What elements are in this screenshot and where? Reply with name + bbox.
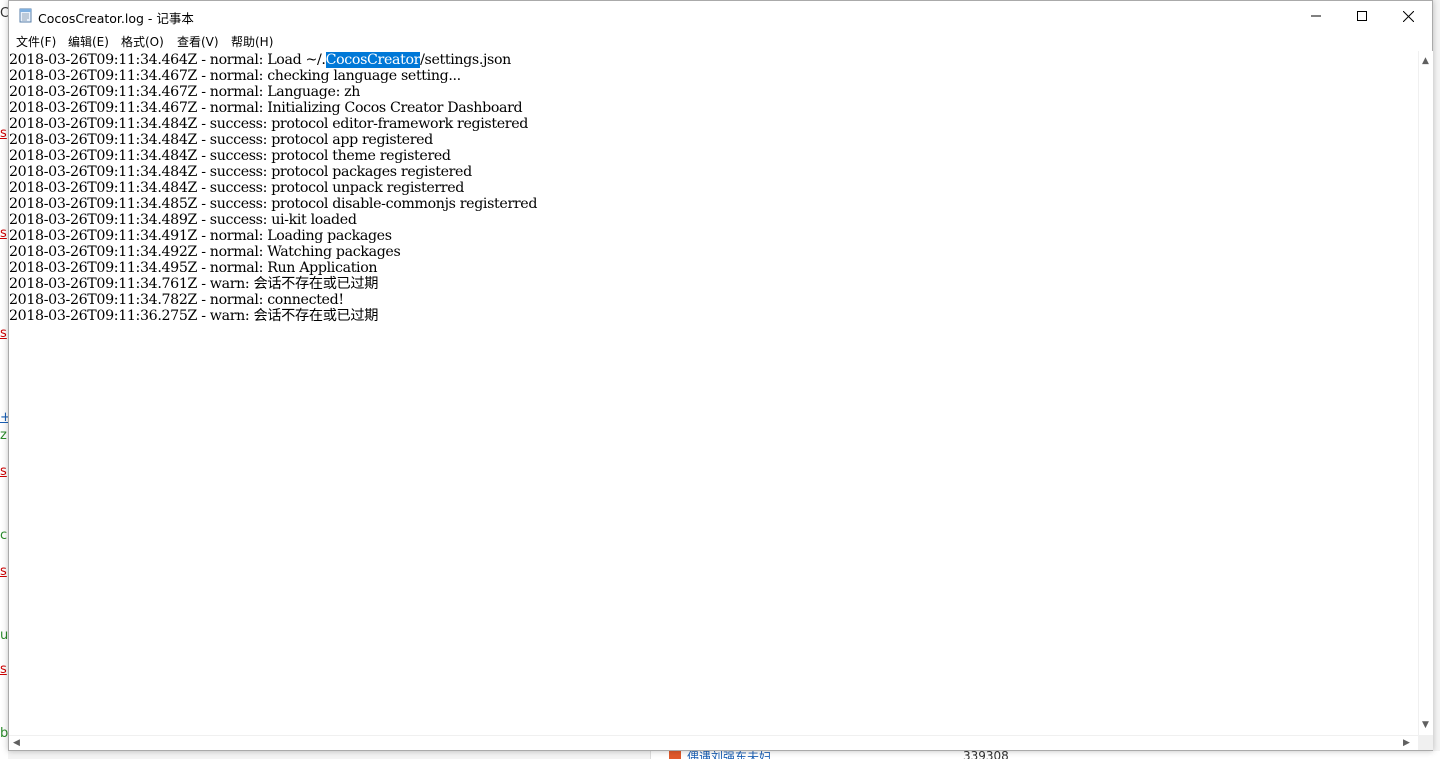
horizontal-scrollbar[interactable]: ◀ ▶ (9, 735, 1418, 750)
vertical-scrollbar[interactable]: ▲ ▼ (1418, 51, 1433, 735)
background-fragment: c (0, 528, 8, 543)
log-line: 2018-03-26T09:11:34.782Z - normal: conne… (9, 292, 344, 308)
background-fragment: u (0, 628, 8, 643)
maximize-button[interactable] (1339, 1, 1385, 31)
log-line: 2018-03-26T09:11:34.467Z - normal: check… (9, 68, 461, 84)
log-line: 2018-03-26T09:11:34.484Z - success: prot… (9, 116, 528, 132)
background-left-edge: C s s s + z s c s u s b (0, 0, 8, 759)
log-line-suffix: /settings.json (420, 52, 511, 68)
log-line: 2018-03-26T09:11:34.484Z - success: prot… (9, 132, 433, 148)
title-bar[interactable]: CocosCreator.log - 记事本 (9, 1, 1432, 32)
log-line: 2018-03-26T09:11:36.275Z - warn: 会话不存在或已… (9, 308, 379, 324)
minimize-button[interactable] (1293, 1, 1339, 31)
close-button[interactable] (1385, 1, 1431, 31)
menu-bar: 文件(F) 编辑(E) 格式(O) 查看(V) 帮助(H) (9, 32, 1432, 51)
menu-view[interactable]: 查看(V) (177, 33, 219, 50)
maximize-icon (1357, 11, 1367, 21)
background-fragment[interactable]: s (0, 326, 7, 341)
background-bottom-list: 偶遇刘强东夫妇 339308 (650, 751, 1440, 759)
log-line: 2018-03-26T09:11:34.467Z - normal: Initi… (9, 100, 523, 116)
scroll-up-icon[interactable]: ▲ (1422, 57, 1429, 66)
background-count: 339308 (963, 751, 1009, 759)
log-line: 2018-03-26T09:11:34.484Z - success: prot… (9, 164, 472, 180)
scrollbar-corner (1418, 735, 1433, 750)
log-line: 2018-03-26T09:11:34.761Z - warn: 会话不存在或已… (9, 276, 379, 292)
log-line-prefix: 2018-03-26T09:11:34.464Z - normal: Load … (9, 52, 326, 68)
log-line: 2018-03-26T09:11:34.489Z - success: ui-k… (9, 212, 357, 228)
log-line: 2018-03-26T09:11:34.491Z - normal: Loadi… (9, 228, 392, 244)
close-icon (1402, 10, 1414, 22)
scroll-down-icon[interactable]: ▼ (1422, 721, 1429, 730)
log-line: 2018-03-26T09:11:34.464Z - normal: Load … (9, 52, 511, 68)
log-line: 2018-03-26T09:11:34.492Z - normal: Watch… (9, 244, 401, 260)
menu-help[interactable]: 帮助(H) (231, 33, 273, 50)
notepad-window: CocosCreator.log - 记事本 文件(F) 编辑(E) 格式(O)… (8, 0, 1433, 751)
background-fragment[interactable]: s (0, 126, 7, 141)
background-fragment[interactable]: s (0, 464, 7, 479)
background-fragment: b (0, 726, 8, 741)
log-line: 2018-03-26T09:11:34.484Z - success: prot… (9, 148, 451, 164)
text-editor-area[interactable]: 2018-03-26T09:11:34.464Z - normal: Load … (9, 51, 1418, 735)
background-fragment[interactable]: s (0, 226, 7, 241)
log-line: 2018-03-26T09:11:34.467Z - normal: Langu… (9, 84, 361, 100)
background-fragment[interactable]: s (0, 662, 7, 677)
menu-format[interactable]: 格式(O) (121, 33, 164, 50)
menu-edit[interactable]: 编辑(E) (68, 33, 109, 50)
window-title: CocosCreator.log - 记事本 (38, 11, 194, 26)
rank-badge (669, 751, 681, 759)
background-fragment[interactable]: s (0, 564, 7, 579)
menu-file[interactable]: 文件(F) (16, 33, 56, 50)
notepad-icon (19, 8, 32, 23)
scroll-left-icon[interactable]: ◀ (13, 739, 20, 748)
log-line: 2018-03-26T09:11:34.495Z - normal: Run A… (9, 260, 378, 276)
text-selection[interactable]: CocosCreator (325, 52, 420, 68)
log-line: 2018-03-26T09:11:34.485Z - success: prot… (9, 196, 538, 212)
background-news-link[interactable]: 偶遇刘强东夫妇 (687, 751, 771, 759)
background-fragment: C (0, 6, 8, 21)
minimize-icon (1311, 15, 1321, 17)
background-fragment[interactable]: + (0, 410, 8, 425)
log-line: 2018-03-26T09:11:34.484Z - success: prot… (9, 180, 465, 196)
scroll-right-icon[interactable]: ▶ (1403, 739, 1410, 748)
background-fragment: z (0, 428, 7, 443)
